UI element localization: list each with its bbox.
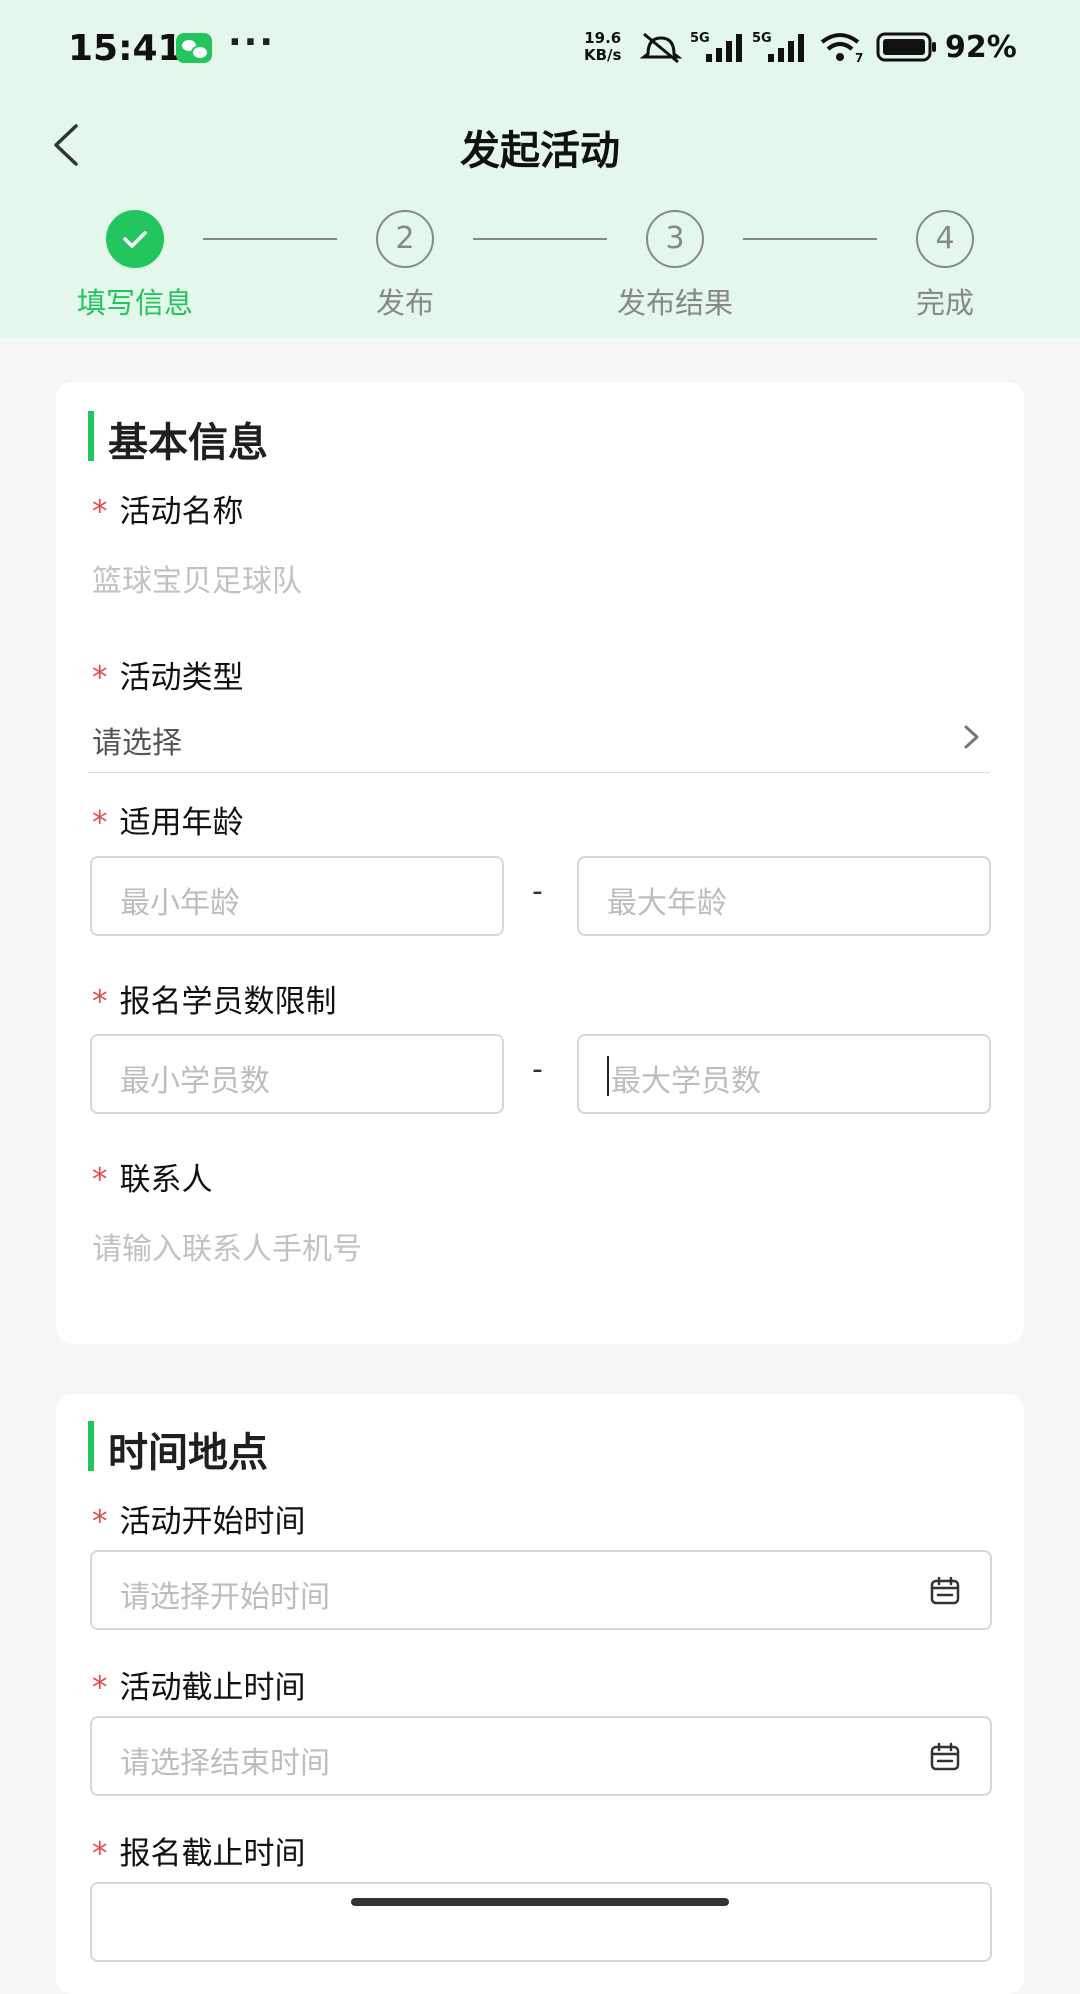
wifi-icon: 7 [820,33,863,64]
required-mark: * [92,660,108,696]
start-time-picker[interactable]: 请选择开始时间 [90,1550,992,1630]
step-3-label: 发布结果 [616,286,733,320]
net-speed-value: 19.6 [584,29,622,47]
text-cursor [607,1056,609,1096]
net-speed-unit: KB/s [584,46,622,64]
required-mark: * [92,1670,108,1706]
wechat-icon [176,33,212,63]
step-progress: 填写信息 2 发布 3 发布结果 4 完成 [0,210,1080,320]
status-bar: 15:41 ··· 19.6 KB/s 5G 5G 7 92% [0,0,1080,100]
home-indicator[interactable] [351,1898,729,1906]
section-title-time-place: 时间地点 [108,1430,268,1476]
age-label: * 适用年龄 [92,805,244,841]
min-students-placeholder: 最小学员数 [120,1064,270,1099]
step-1-check-icon [106,210,164,268]
step-3: 3 发布结果 [585,210,765,322]
step-4-number: 4 [916,210,974,268]
end-time-label: * 活动截止时间 [92,1670,306,1706]
contact-label: * 联系人 [92,1162,213,1198]
battery-percent: 92% [945,30,1017,65]
step-4: 4 完成 [855,210,1035,322]
wifi-badge: 7 [855,51,863,64]
start-time-label: * 活动开始时间 [92,1504,306,1540]
more-notifications-icon: ··· [228,22,276,63]
section-title-basic-info: 基本信息 [108,420,268,466]
activity-type-value: 请选择 [92,726,182,761]
age-range-separator: - [532,874,543,909]
battery-icon [876,32,936,62]
activity-type-select[interactable]: 请选择 [88,710,990,773]
step-4-label: 完成 [915,286,974,320]
calendar-icon [930,1576,960,1605]
signup-deadline-label: * 报名截止时间 [92,1836,306,1872]
nav-bar: 发起活动 [0,100,1080,190]
required-mark: * [92,1162,108,1198]
status-time: 15:41 [68,28,183,69]
required-mark: * [92,984,108,1020]
activity-type-label: * 活动类型 [92,660,244,696]
signup-deadline-picker[interactable] [90,1882,992,1962]
step-2-number: 2 [376,210,434,268]
calendar-icon [930,1742,960,1771]
students-range-separator: - [532,1052,543,1087]
end-time-placeholder: 请选择结束时间 [120,1746,330,1781]
step-3-number: 3 [646,210,704,268]
students-limit-label: * 报名学员数限制 [92,984,337,1020]
signal-5g-icon-2: 5G [752,31,804,62]
max-students-input[interactable]: 最大学员数 [577,1034,991,1114]
max-age-input[interactable]: 最大年龄 [577,856,991,936]
min-age-input[interactable]: 最小年龄 [90,856,504,936]
required-mark: * [92,494,108,530]
activity-name-input[interactable]: 篮球宝贝足球队 [92,556,302,600]
step-1-label: 填写信息 [76,286,193,320]
step-1: 填写信息 [45,210,225,322]
step-2-label: 发布 [375,286,434,320]
start-time-placeholder: 请选择开始时间 [120,1580,330,1615]
required-mark: * [92,1836,108,1872]
activity-name-label: * 活动名称 [92,494,244,530]
max-students-placeholder: 最大学员数 [611,1064,761,1099]
signal-5g-icon: 5G [690,31,742,62]
signal1-label: 5G [690,31,710,46]
required-mark: * [92,1504,108,1540]
max-age-placeholder: 最大年龄 [607,886,727,921]
section-accent-bar [88,1421,94,1471]
signal2-label: 5G [752,31,772,46]
min-students-input[interactable]: 最小学员数 [90,1034,504,1114]
end-time-picker[interactable]: 请选择结束时间 [90,1716,992,1796]
page-title: 发起活动 [460,128,620,174]
required-mark: * [92,805,108,841]
mute-icon [639,32,683,64]
section-accent-bar [88,411,94,461]
chevron-right-icon [964,725,979,749]
basic-info-card: 基本信息 * 活动名称 篮球宝贝足球队 * 活动类型 请选择 * 适用年龄 最小年龄 … [56,382,1024,1344]
step-2: 2 发布 [315,210,495,322]
min-age-placeholder: 最小年龄 [120,886,240,921]
net-speed: 19.6 KB/s [584,30,621,64]
contact-phone-input[interactable]: 请输入联系人手机号 [92,1224,362,1268]
